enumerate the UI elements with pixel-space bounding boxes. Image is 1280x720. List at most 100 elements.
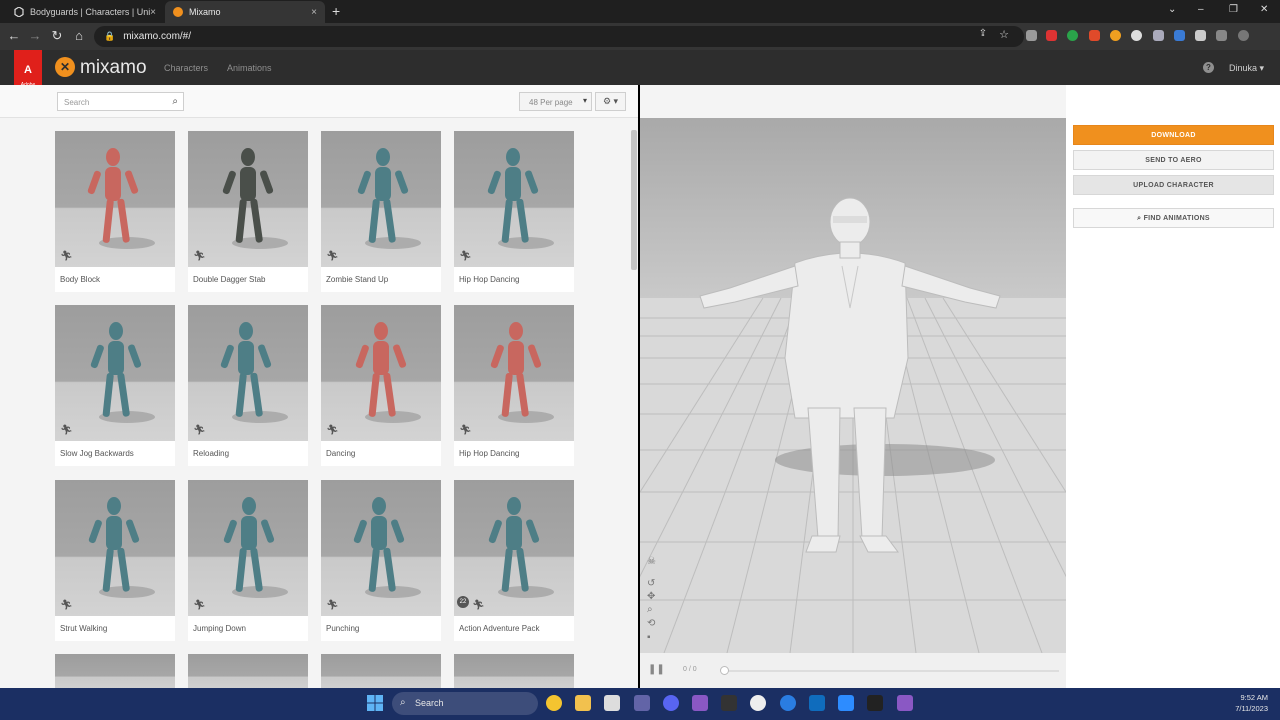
send-to-aero-button[interactable]: SEND TO AERO [1073,150,1274,170]
user-menu[interactable]: Dinuka ▾ [1229,63,1264,74]
skeleton-toggle-icon[interactable]: ☠ [647,556,656,567]
animation-thumbnail[interactable] [321,654,441,688]
side-panel-icon[interactable] [1216,30,1227,41]
animation-card[interactable] [454,654,574,688]
animation-thumbnail[interactable] [188,131,308,267]
close-window-button[interactable]: ✕ [1260,4,1268,15]
tab-bodyguards[interactable]: Bodyguards | Characters | Unity × [6,1,164,23]
outlook-icon[interactable] [809,695,825,711]
tab-close-icon[interactable]: × [150,7,156,18]
camera-icon[interactable]: ▪ [647,632,651,643]
taskbar-search[interactable]: ⌕ Search [392,692,538,715]
animation-thumbnail[interactable] [188,480,308,616]
maps-icon[interactable] [780,695,796,711]
extension-icon[interactable] [1110,30,1121,41]
animation-thumbnail[interactable] [188,305,308,441]
extensions-puzzle-icon[interactable] [1195,30,1206,41]
restore-button[interactable]: ❐ [1229,4,1238,15]
zoom-app-icon[interactable] [838,695,854,711]
animation-thumbnail[interactable] [321,305,441,441]
extension-icon[interactable] [1174,30,1185,41]
reset-view-icon[interactable]: ⟲ [647,618,655,629]
animation-card[interactable]: 22 🏃︎ Action Adventure Pack [454,480,574,641]
extension-icon[interactable] [1026,30,1037,41]
url-field[interactable]: 🔒 mixamo.com/#/ [94,26,1024,47]
back-icon[interactable]: ← [6,28,22,43]
animation-thumbnail[interactable] [454,131,574,267]
visual-studio-icon[interactable] [897,695,913,711]
animation-card[interactable] [321,654,441,688]
extension-icon[interactable] [1153,30,1164,41]
new-tab-button[interactable]: + [332,3,340,19]
extension-icon[interactable] [1131,30,1142,41]
help-icon[interactable]: ? [1203,62,1214,73]
nav-animations[interactable]: Animations [227,63,272,73]
animation-thumbnail[interactable] [321,131,441,267]
per-page-select[interactable]: 48 Per page ▾ [519,92,592,111]
animation-thumbnail[interactable] [55,131,175,267]
animation-thumbnail[interactable] [454,654,574,688]
animation-thumbnail[interactable] [454,305,574,441]
find-animations-button[interactable]: ⌕ FIND ANIMATIONS [1073,208,1274,228]
animation-card[interactable]: 🏃︎ Body Block [55,131,175,292]
visual-studio-icon[interactable] [692,695,708,711]
pause-icon[interactable]: ❚❚ [648,664,665,675]
extension-icon[interactable] [1046,30,1057,41]
home-icon[interactable]: ⌂ [71,28,87,43]
animation-card[interactable]: 🏃︎ Punching [321,480,441,641]
extension-icon[interactable] [1089,30,1100,41]
rotate-icon[interactable]: ↺ [647,578,655,589]
zoom-icon[interactable]: ⌕ [647,604,653,615]
brand-name[interactable]: mixamo [80,57,147,79]
tab-search-chevron-icon[interactable]: ⌄ [1168,4,1176,15]
tab-mixamo[interactable]: Mixamo × [165,1,325,23]
animation-card[interactable]: 🏃︎ Dancing [321,305,441,466]
timeline-track[interactable] [722,670,1059,672]
animation-card[interactable]: 🏃︎ Slow Jog Backwards [55,305,175,466]
3d-viewer[interactable]: ☠ ↺ ✥ ⌕ ⟲ ▪ ❚❚ 0 / 0 [640,85,1066,688]
search-input[interactable]: Search ⌕ [57,92,184,111]
chrome-icon[interactable] [546,695,562,711]
animation-card[interactable]: 🏃︎ Hip Hop Dancing [454,131,574,292]
download-button[interactable]: DOWNLOAD [1073,125,1274,145]
animation-thumbnail[interactable] [321,480,441,616]
scrollbar-thumb[interactable] [631,130,637,270]
teams-icon[interactable] [634,695,650,711]
animation-thumbnail[interactable] [55,480,175,616]
timeline-scrubber[interactable] [720,666,729,675]
terminal-icon[interactable] [721,695,737,711]
animation-card[interactable]: 🏃︎ Zombie Stand Up [321,131,441,292]
animation-thumbnail[interactable] [188,654,308,688]
mixamo-logo-icon[interactable]: ✕ [55,57,75,77]
minimize-button[interactable]: – [1198,4,1204,15]
unity-icon[interactable] [867,695,883,711]
animation-card[interactable]: 🏃︎ Hip Hop Dancing [454,305,574,466]
settings-dropdown[interactable]: ⚙ ▾ [595,92,626,111]
bookmark-star-icon[interactable]: ☆ [996,28,1012,41]
pan-icon[interactable]: ✥ [647,591,655,602]
file-explorer-icon[interactable] [575,695,591,711]
windows-start-icon[interactable] [367,695,383,711]
scrollbar[interactable] [630,122,638,688]
unity-hub-icon[interactable] [604,695,620,711]
app-icon[interactable] [750,695,766,711]
tab-close-icon[interactable]: × [311,7,317,18]
upload-character-button[interactable]: UPLOAD CHARACTER [1073,175,1274,195]
discord-icon[interactable] [663,695,679,711]
system-clock[interactable]: 9:52 AM 7/11/2023 [1228,692,1268,714]
animation-thumbnail[interactable] [55,305,175,441]
reload-icon[interactable]: ↻ [49,28,65,44]
nav-characters[interactable]: Characters [164,63,208,73]
animation-card[interactable] [55,654,175,688]
3d-scene[interactable]: ☠ ↺ ✥ ⌕ ⟲ ▪ [640,118,1066,653]
profile-avatar[interactable] [1238,30,1249,41]
extension-icon[interactable] [1067,30,1078,41]
share-icon[interactable]: ⇪ [975,28,991,39]
animation-card[interactable]: 🏃︎ Jumping Down [188,480,308,641]
animation-card[interactable]: 🏃︎ Double Dagger Stab [188,131,308,292]
animation-thumbnail[interactable] [55,654,175,688]
animation-card[interactable] [188,654,308,688]
animation-card[interactable]: 🏃︎ Reloading [188,305,308,466]
animation-card[interactable]: 🏃︎ Strut Walking [55,480,175,641]
search-icon[interactable]: ⌕ [172,96,178,107]
